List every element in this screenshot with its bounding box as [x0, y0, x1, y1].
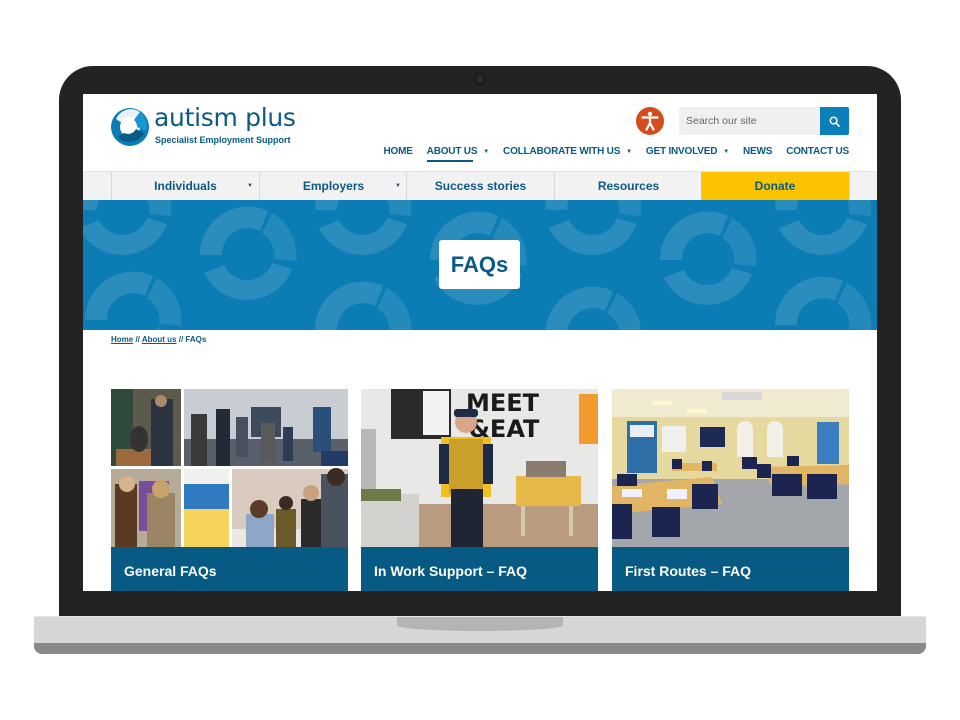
- chevron-down-icon: ▼: [723, 148, 729, 155]
- nav-about-us-label: ABOUT US: [426, 146, 478, 157]
- faq-card-in-work-support[interactable]: MEET &EAT In Work Support – FAQ: [361, 389, 598, 591]
- laptop-base-edge: [34, 643, 926, 654]
- nav-contact-us-label: CONTACT US: [786, 146, 849, 157]
- nav-news-label: NEWS: [742, 146, 773, 157]
- card-label: In Work Support – FAQ: [361, 547, 598, 591]
- faq-card-general[interactable]: General FAQs: [111, 389, 348, 591]
- nav-home-label: HOME: [383, 146, 413, 157]
- breadcrumb-home[interactable]: Home: [111, 335, 133, 344]
- chevron-down-icon: ▼: [483, 148, 490, 155]
- logo-mark-icon: [111, 108, 149, 146]
- accessibility-person-icon: [641, 111, 659, 131]
- nav-home[interactable]: HOME: [383, 146, 412, 157]
- search-button[interactable]: [820, 107, 849, 135]
- nav-contact-us[interactable]: CONTACT US: [786, 146, 849, 157]
- sec-nav-resources[interactable]: Resources: [554, 172, 702, 200]
- breadcrumb: Home // About us // FAQs: [111, 335, 206, 344]
- card-label: First Routes – FAQ: [612, 547, 849, 591]
- training-room-photo: [612, 389, 849, 547]
- accessibility-button[interactable]: [636, 107, 664, 135]
- logo-title: autism plus: [154, 103, 296, 132]
- card-label: General FAQs: [111, 547, 348, 591]
- search-icon: [829, 116, 840, 127]
- nav-get-involved-label: GET INVOLVED: [645, 146, 718, 157]
- donate-label: Donate: [754, 179, 796, 193]
- breadcrumb-about-us[interactable]: About us: [142, 335, 177, 344]
- secondary-navigation: Individuals ▼ Employers ▼ Success storie…: [83, 171, 877, 200]
- breadcrumb-current: FAQs: [185, 335, 207, 344]
- faq-card-first-routes[interactable]: First Routes – FAQ: [612, 389, 849, 591]
- nav-divider: [849, 172, 850, 200]
- search-input[interactable]: [679, 107, 821, 135]
- meet-and-eat-employee-photo: MEET &EAT: [361, 389, 598, 547]
- website-screen: autism plus Specialist Employment Suppor…: [83, 94, 877, 591]
- sec-nav-success-stories-label: Success stories: [434, 179, 527, 193]
- sec-nav-success-stories[interactable]: Success stories: [406, 172, 554, 200]
- chevron-down-icon: ▼: [247, 183, 253, 189]
- chevron-down-icon: ▼: [395, 183, 401, 189]
- nav-collaborate-with-us[interactable]: COLLABORATE WITH US ▼: [503, 146, 632, 157]
- breadcrumb-separator: //: [133, 335, 142, 344]
- page-title: FAQs: [439, 240, 520, 289]
- sec-nav-individuals[interactable]: Individuals ▼: [111, 172, 259, 200]
- nav-about-us[interactable]: ABOUT US ▼: [426, 146, 490, 162]
- donate-button[interactable]: Donate: [701, 172, 849, 200]
- main-navigation: HOME ABOUT US ▼ COLLABORATE WITH US ▼ GE…: [369, 146, 849, 162]
- sec-nav-employers-label: Employers: [302, 179, 365, 193]
- site-logo[interactable]: autism plus Specialist Employment Suppor…: [110, 103, 296, 149]
- nav-collaborate-label: COLLABORATE WITH US: [503, 146, 621, 157]
- hero-banner: FAQs: [83, 200, 877, 330]
- sec-nav-individuals-label: Individuals: [154, 179, 217, 193]
- event-collage-photo: [111, 389, 348, 547]
- nav-get-involved[interactable]: GET INVOLVED ▼: [646, 146, 729, 157]
- chevron-down-icon: ▼: [626, 148, 632, 155]
- camera-icon: [474, 73, 486, 85]
- nav-news[interactable]: NEWS: [743, 146, 772, 157]
- laptop-notch: [397, 617, 563, 631]
- sec-nav-employers[interactable]: Employers ▼: [259, 172, 407, 200]
- sec-nav-resources-label: Resources: [597, 179, 660, 193]
- logo-subtitle: Specialist Employment Support: [155, 135, 291, 145]
